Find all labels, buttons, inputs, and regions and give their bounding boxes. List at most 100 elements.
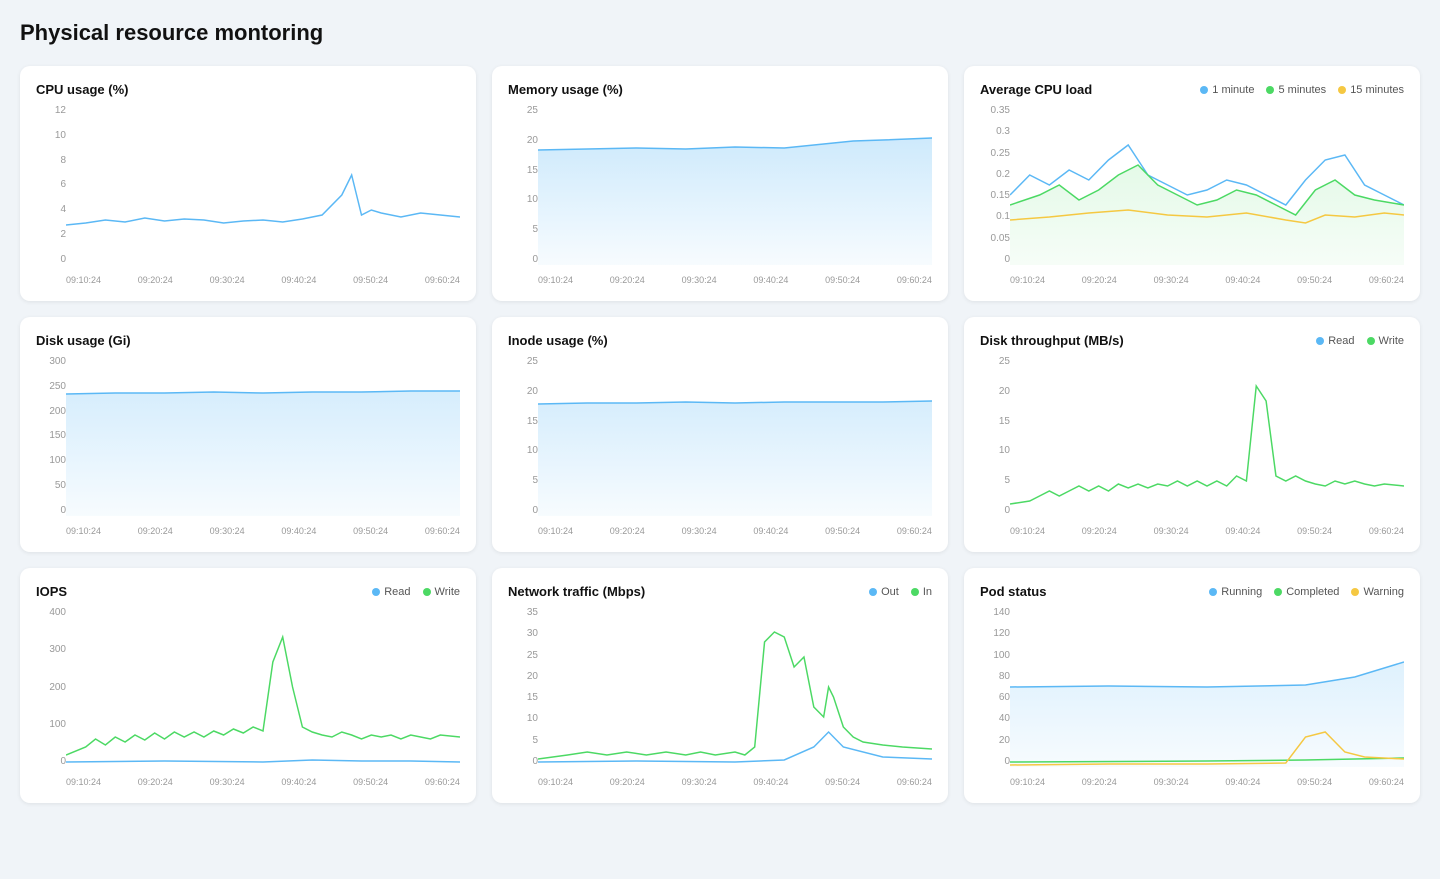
pod-running-dot xyxy=(1209,588,1217,596)
memory-usage-y-axis: 2520151050 xyxy=(508,105,538,265)
inode-usage-x-axis: 09:10:2409:20:2409:30:2409:40:2409:50:24… xyxy=(538,526,932,536)
disk-throughput-y-axis: 2520151050 xyxy=(980,356,1010,516)
iops-title: IOPS xyxy=(36,584,67,599)
legend-1min-dot xyxy=(1200,86,1208,94)
disk-throughput-read-legend: Read xyxy=(1316,335,1354,347)
avg-cpu-load-chart: 0.350.30.250.20.150.10.050 xyxy=(980,105,1404,285)
pod-warning-label: Warning xyxy=(1363,586,1404,598)
pod-status-legend: Running Completed Warning xyxy=(1209,586,1404,598)
iops-read-legend: Read xyxy=(372,586,410,598)
disk-throughput-legend: Read Write xyxy=(1316,335,1404,347)
legend-5min: 5 minutes xyxy=(1266,84,1326,96)
network-traffic-chart: 35302520151050 09:10:2409:20:2409:30:240… xyxy=(508,607,932,787)
iops-read-label: Read xyxy=(384,586,410,598)
disk-usage-svg-wrap xyxy=(66,356,460,516)
iops-chart: 4003002001000 09:10:2409:20:2409:30:2409… xyxy=(36,607,460,787)
cpu-usage-x-axis: 09:10:2409:20:2409:30:2409:40:2409:50:24… xyxy=(66,275,460,285)
avg-cpu-load-legend: 1 minute 5 minutes 15 minutes xyxy=(1200,84,1404,96)
inode-usage-title: Inode usage (%) xyxy=(508,333,608,348)
page-title: Physical resource montoring xyxy=(20,20,1420,46)
network-in-legend: In xyxy=(911,586,932,598)
network-traffic-legend: Out In xyxy=(869,586,932,598)
pod-status-header: Pod status Running Completed Warning xyxy=(980,584,1404,599)
legend-1min-label: 1 minute xyxy=(1212,84,1254,96)
avg-cpu-load-title: Average CPU load xyxy=(980,82,1092,97)
memory-usage-x-axis: 09:10:2409:20:2409:30:2409:40:2409:50:24… xyxy=(538,275,932,285)
pod-status-svg-wrap xyxy=(1010,607,1404,767)
memory-usage-card: Memory usage (%) 2520151050 xyxy=(492,66,948,301)
legend-15min-label: 15 minutes xyxy=(1350,84,1404,96)
disk-throughput-header: Disk throughput (MB/s) Read Write xyxy=(980,333,1404,348)
iops-x-axis: 09:10:2409:20:2409:30:2409:40:2409:50:24… xyxy=(66,777,460,787)
inode-usage-card: Inode usage (%) 2520151050 xyxy=(492,317,948,552)
iops-y-axis: 4003002001000 xyxy=(36,607,66,767)
inode-usage-chart: 2520151050 09:10:2409:20:2409:30:2409:40… xyxy=(508,356,932,536)
pod-completed-dot xyxy=(1274,588,1282,596)
legend-1min: 1 minute xyxy=(1200,84,1254,96)
pod-status-y-axis: 140120100806040200 xyxy=(980,607,1010,767)
pod-running-legend: Running xyxy=(1209,586,1262,598)
network-traffic-y-axis: 35302520151050 xyxy=(508,607,538,767)
network-traffic-title: Network traffic (Mbps) xyxy=(508,584,645,599)
disk-usage-y-axis: 300250200150100500 xyxy=(36,356,66,516)
disk-read-label: Read xyxy=(1328,335,1354,347)
disk-write-dot xyxy=(1367,337,1375,345)
memory-usage-chart: 2520151050 09:10:2409:20:2409:30:2409:40… xyxy=(508,105,932,285)
disk-throughput-write-legend: Write xyxy=(1367,335,1404,347)
memory-usage-title: Memory usage (%) xyxy=(508,82,623,97)
iops-legend: Read Write xyxy=(372,586,460,598)
legend-5min-label: 5 minutes xyxy=(1278,84,1326,96)
disk-write-label: Write xyxy=(1379,335,1404,347)
iops-header: IOPS Read Write xyxy=(36,584,460,599)
cpu-usage-header: CPU usage (%) xyxy=(36,82,460,97)
network-out-label: Out xyxy=(881,586,899,598)
cpu-usage-chart: 121086420 09:10:2409:20:2409:30:2409:40:… xyxy=(36,105,460,285)
disk-throughput-title: Disk throughput (MB/s) xyxy=(980,333,1124,348)
cpu-usage-y-axis: 121086420 xyxy=(36,105,66,265)
dashboard-grid: CPU usage (%) 121086420 xyxy=(20,66,1420,803)
inode-usage-y-axis: 2520151050 xyxy=(508,356,538,516)
disk-read-dot xyxy=(1316,337,1324,345)
avg-cpu-load-header: Average CPU load 1 minute 5 minutes 15 m… xyxy=(980,82,1404,97)
cpu-usage-svg-wrap xyxy=(66,105,460,265)
pod-completed-legend: Completed xyxy=(1274,586,1339,598)
legend-15min: 15 minutes xyxy=(1338,84,1404,96)
pod-status-x-axis: 09:10:2409:20:2409:30:2409:40:2409:50:24… xyxy=(1010,777,1404,787)
pod-completed-label: Completed xyxy=(1286,586,1339,598)
memory-usage-svg-wrap xyxy=(538,105,932,265)
legend-15min-dot xyxy=(1338,86,1346,94)
pod-running-label: Running xyxy=(1221,586,1262,598)
pod-warning-legend: Warning xyxy=(1351,586,1404,598)
avg-cpu-load-card: Average CPU load 1 minute 5 minutes 15 m… xyxy=(964,66,1420,301)
avg-cpu-load-y-axis: 0.350.30.250.20.150.10.050 xyxy=(980,105,1010,265)
iops-card: IOPS Read Write 4003002001000 xyxy=(20,568,476,803)
network-in-dot xyxy=(911,588,919,596)
pod-status-title: Pod status xyxy=(980,584,1046,599)
network-traffic-card: Network traffic (Mbps) Out In 3530252015… xyxy=(492,568,948,803)
disk-throughput-chart: 2520151050 09:10:2409:20:2409:30:2409:40… xyxy=(980,356,1404,536)
iops-write-label: Write xyxy=(435,586,460,598)
network-out-legend: Out xyxy=(869,586,899,598)
disk-usage-title: Disk usage (Gi) xyxy=(36,333,131,348)
disk-throughput-svg-wrap xyxy=(1010,356,1404,516)
disk-throughput-x-axis: 09:10:2409:20:2409:30:2409:40:2409:50:24… xyxy=(1010,526,1404,536)
iops-write-legend: Write xyxy=(423,586,460,598)
avg-cpu-load-svg-wrap xyxy=(1010,105,1404,265)
network-traffic-x-axis: 09:10:2409:20:2409:30:2409:40:2409:50:24… xyxy=(538,777,932,787)
cpu-usage-card: CPU usage (%) 121086420 xyxy=(20,66,476,301)
avg-cpu-load-x-axis: 09:10:2409:20:2409:30:2409:40:2409:50:24… xyxy=(1010,275,1404,285)
legend-5min-dot xyxy=(1266,86,1274,94)
disk-usage-chart: 300250200150100500 09:10:2409:20:2409:30… xyxy=(36,356,460,536)
disk-throughput-card: Disk throughput (MB/s) Read Write 252015… xyxy=(964,317,1420,552)
network-traffic-header: Network traffic (Mbps) Out In xyxy=(508,584,932,599)
network-in-label: In xyxy=(923,586,932,598)
network-traffic-svg-wrap xyxy=(538,607,932,767)
inode-usage-svg-wrap xyxy=(538,356,932,516)
inode-usage-header: Inode usage (%) xyxy=(508,333,932,348)
iops-read-dot xyxy=(372,588,380,596)
pod-warning-dot xyxy=(1351,588,1359,596)
iops-write-dot xyxy=(423,588,431,596)
iops-svg-wrap xyxy=(66,607,460,767)
pod-status-card: Pod status Running Completed Warning 140… xyxy=(964,568,1420,803)
disk-usage-x-axis: 09:10:2409:20:2409:30:2409:40:2409:50:24… xyxy=(66,526,460,536)
